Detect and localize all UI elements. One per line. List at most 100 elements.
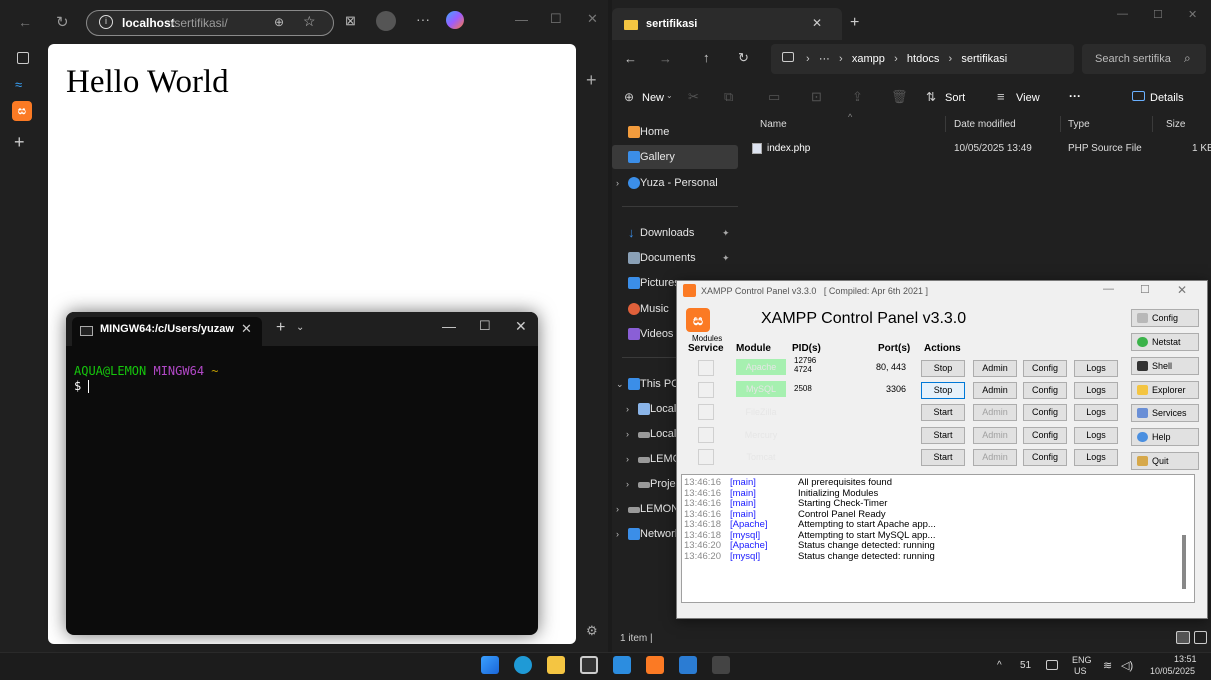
share-icon[interactable]: ⇪ <box>852 89 863 105</box>
extension-icon[interactable]: ⊠ <box>345 13 356 29</box>
explorer-back-icon[interactable]: ← <box>624 51 637 66</box>
column-date[interactable]: Date modified <box>954 119 1016 130</box>
zoom-icon[interactable]: ⊕ <box>274 15 284 29</box>
maximize-icon[interactable]: ☐ <box>550 11 562 27</box>
clock-date[interactable]: 10/05/2025 <box>1150 666 1195 676</box>
back-icon[interactable]: ← <box>18 14 32 30</box>
service-checkbox[interactable] <box>698 404 714 420</box>
column-size[interactable]: Size <box>1166 119 1185 130</box>
new-tab-icon[interactable]: + <box>14 132 25 153</box>
log-scrollbar[interactable] <box>1182 535 1186 589</box>
terminal-maximize-icon[interactable]: ☐ <box>479 318 491 334</box>
close-icon[interactable]: ✕ <box>587 11 598 27</box>
xampp-taskbar-icon[interactable] <box>646 656 664 674</box>
breadcrumb-xampp[interactable]: xampp <box>852 53 885 65</box>
side-shell-button[interactable]: Shell <box>1131 357 1199 375</box>
side-services-button[interactable]: Services <box>1131 404 1199 422</box>
filezilla-admin-button[interactable]: Admin <box>973 404 1017 421</box>
explorer-new-tab-icon[interactable]: + <box>850 14 859 32</box>
explorer-up-icon[interactable]: ↑ <box>703 50 710 65</box>
service-checkbox[interactable] <box>698 449 714 465</box>
explorer-forward-icon[interactable]: → <box>659 51 672 66</box>
settings-gear-icon[interactable]: ⚙ <box>586 623 598 639</box>
service-checkbox[interactable] <box>698 360 714 376</box>
nav-music[interactable]: Music <box>612 297 676 321</box>
nav-gallery[interactable]: Gallery <box>612 145 738 169</box>
mysql-logs-button[interactable]: Logs <box>1074 382 1118 399</box>
copilot-icon[interactable] <box>446 11 464 29</box>
side-add-icon[interactable]: + <box>586 70 597 91</box>
breadcrumb-overflow[interactable]: ··· <box>819 53 830 65</box>
xampp-maximize-icon[interactable]: ☐ <box>1140 283 1150 296</box>
nav-home[interactable]: Home <box>612 120 738 144</box>
nav-lem-drive[interactable]: › LEMON <box>622 447 676 471</box>
extension-avatar-icon[interactable] <box>376 11 396 31</box>
filezilla-config-button[interactable]: Config <box>1023 404 1067 421</box>
mysql-config-button[interactable]: Config <box>1023 382 1067 399</box>
terminal-tab-close-icon[interactable]: ✕ <box>241 321 252 337</box>
breadcrumb-sertifikasi[interactable]: sertifikasi <box>961 53 1007 65</box>
side-config-button[interactable]: Config <box>1131 309 1199 327</box>
nav-lemo-drive[interactable]: › LEMON <box>612 497 676 521</box>
mercury-admin-button[interactable]: Admin <box>973 427 1017 444</box>
refresh-icon[interactable]: ↻ <box>56 13 69 31</box>
nav-local-disk-d[interactable]: › Local Disk <box>622 422 676 446</box>
mysql-stop-button[interactable]: Stop <box>921 382 965 399</box>
side-netstat-button[interactable]: Netstat <box>1131 333 1199 351</box>
tomcat-logs-button[interactable]: Logs <box>1074 449 1118 466</box>
nav-this-pc[interactable]: ⌄ This PC <box>612 372 676 396</box>
windows-start-icon[interactable] <box>481 656 499 674</box>
paste-icon[interactable]: ▭ <box>768 89 780 105</box>
tomcat-admin-button[interactable]: Admin <box>973 449 1017 466</box>
mercury-config-button[interactable]: Config <box>1023 427 1067 444</box>
nav-documents[interactable]: Documents ✦ <box>612 246 738 270</box>
terminal-close-icon[interactable]: ✕ <box>515 318 527 335</box>
side-explorer-button[interactable]: Explorer <box>1131 381 1199 399</box>
column-type[interactable]: Type <box>1068 119 1090 130</box>
apache-logs-button[interactable]: Logs <box>1074 360 1118 377</box>
xampp-close-icon[interactable]: ✕ <box>1177 283 1187 297</box>
tab-actions-icon[interactable] <box>17 52 29 64</box>
explorer-tab-close-icon[interactable]: ✕ <box>812 16 822 30</box>
explorer-maximize-icon[interactable]: ☐ <box>1153 8 1163 21</box>
clock-time[interactable]: 13:51 <box>1174 654 1197 664</box>
nav-pictures[interactable]: Pictures <box>612 271 676 295</box>
explorer-close-icon[interactable]: ✕ <box>1188 8 1197 21</box>
explorer-refresh-icon[interactable]: ↻ <box>738 50 749 66</box>
filezilla-start-button[interactable]: Start <box>921 404 965 421</box>
tab-xampp-icon[interactable]: ස <box>12 101 32 121</box>
terminal-minimize-icon[interactable]: — <box>442 318 456 334</box>
keyboard-icon[interactable] <box>1046 660 1058 670</box>
minimize-icon[interactable]: — <box>515 12 528 27</box>
edge-browser-icon[interactable] <box>514 656 532 674</box>
more-menu-icon[interactable]: ··· <box>416 11 430 27</box>
site-info-icon[interactable]: i <box>99 15 113 29</box>
volume-icon[interactable]: ◁) <box>1121 659 1133 672</box>
nav-onedrive-personal[interactable]: › Yuza - Personal <box>612 171 738 195</box>
wifi-icon[interactable]: ≋ <box>1103 659 1112 672</box>
apache-stop-button[interactable]: Stop <box>921 360 965 377</box>
nav-projects-drive[interactable]: › Projects <box>622 472 676 496</box>
rename-icon[interactable]: ⊡ <box>811 89 822 105</box>
explorer-minimize-icon[interactable]: — <box>1117 8 1128 20</box>
terminal-dropdown-icon[interactable]: ⌄ <box>296 322 304 333</box>
tomcat-start-button[interactable]: Start <box>921 449 965 466</box>
mercury-start-button[interactable]: Start <box>921 427 965 444</box>
nav-local-disk-c[interactable]: › Local Disk <box>622 397 676 421</box>
side-quit-button[interactable]: Quit <box>1131 452 1199 470</box>
vscode-icon[interactable] <box>613 656 631 674</box>
language-top[interactable]: ENG <box>1072 655 1092 665</box>
tab-tailwind-icon[interactable]: ≈ <box>15 77 22 92</box>
breadcrumb-htdocs[interactable]: htdocs <box>907 53 939 65</box>
apache-admin-button[interactable]: Admin <box>973 360 1017 377</box>
file-explorer-icon[interactable] <box>547 656 565 674</box>
filezilla-logs-button[interactable]: Logs <box>1074 404 1118 421</box>
nav-network[interactable]: › Network <box>612 522 676 546</box>
details-button[interactable]: Details <box>1150 92 1184 104</box>
word-icon[interactable] <box>679 656 697 674</box>
xampp-minimize-icon[interactable]: — <box>1103 283 1114 295</box>
service-checkbox[interactable] <box>698 427 714 443</box>
tray-count[interactable]: 51 <box>1020 660 1031 671</box>
tiles-view-icon[interactable] <box>1194 631 1207 644</box>
mysql-admin-button[interactable]: Admin <box>973 382 1017 399</box>
